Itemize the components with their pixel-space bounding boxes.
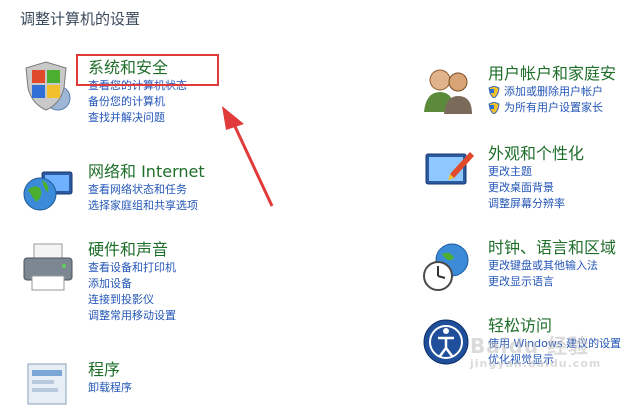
- link-label: 添加或删除用户帐户: [504, 85, 603, 98]
- link-troubleshoot[interactable]: 查找并解决问题: [88, 110, 187, 126]
- link-keyboard-input[interactable]: 更改键盘或其他输入法: [488, 258, 616, 274]
- link-uninstall[interactable]: 卸载程序: [88, 380, 132, 396]
- link-add-device[interactable]: 添加设备: [88, 276, 176, 292]
- network-globe-icon: [23, 171, 73, 211]
- accessibility-icon: [423, 319, 469, 365]
- page-title: 调整计算机的设置: [20, 10, 141, 28]
- uac-shield-icon: [488, 102, 500, 114]
- link-devices-printers[interactable]: 查看设备和打印机: [88, 260, 176, 276]
- link-desktop-background[interactable]: 更改桌面背景: [488, 180, 584, 196]
- link-mobility-settings[interactable]: 调整常用移动设置: [88, 308, 176, 324]
- link-add-remove-users[interactable]: 添加或删除用户帐户: [488, 84, 616, 100]
- link-homegroup[interactable]: 选择家庭组和共享选项: [88, 198, 205, 214]
- link-projector[interactable]: 连接到投影仪: [88, 292, 176, 308]
- link-backup[interactable]: 备份您的计算机: [88, 94, 187, 110]
- category-heading[interactable]: 程序: [88, 360, 132, 380]
- link-change-theme[interactable]: 更改主题: [488, 164, 584, 180]
- category-heading[interactable]: 网络和 Internet: [88, 162, 205, 182]
- category-heading[interactable]: 时钟、语言和区域: [488, 238, 616, 258]
- link-screen-resolution[interactable]: 调整屏幕分辨率: [488, 196, 584, 212]
- link-network-status[interactable]: 查看网络状态和任务: [88, 182, 205, 198]
- highlight-box: [76, 54, 219, 86]
- shield-flag-icon: [25, 61, 71, 111]
- users-icon: [424, 69, 472, 114]
- link-display-language[interactable]: 更改显示语言: [488, 274, 616, 290]
- watermark-main: Baidu 经验: [470, 334, 590, 358]
- category-heading[interactable]: 硬件和声音: [88, 240, 176, 260]
- watermark: Baidu 经验 jingyan.baidu.com: [470, 330, 601, 370]
- link-label: 为所有用户设置家长: [504, 101, 603, 114]
- category-heading[interactable]: 外观和个性化: [488, 144, 584, 164]
- link-parental-controls[interactable]: 为所有用户设置家长: [488, 100, 616, 116]
- uac-shield-icon: [488, 86, 500, 98]
- clock-globe-icon: [423, 243, 469, 291]
- watermark-sub: jingyan.baidu.com: [470, 357, 602, 370]
- programs-icon: [27, 363, 67, 405]
- appearance-icon: [425, 152, 474, 185]
- category-heading[interactable]: 用户帐户和家庭安: [488, 64, 616, 84]
- printer-icon: [23, 243, 73, 291]
